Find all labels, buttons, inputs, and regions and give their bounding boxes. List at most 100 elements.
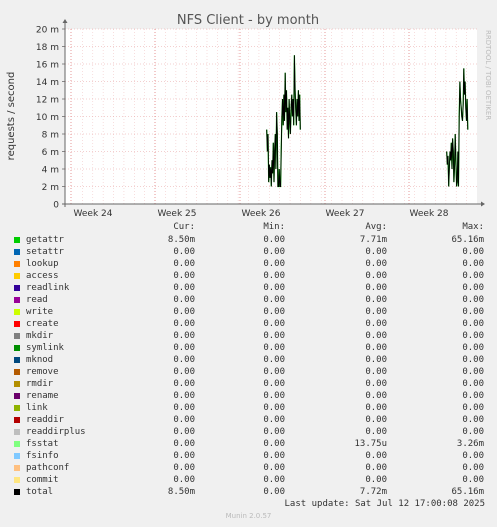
legend-swatch (14, 369, 20, 375)
legend-row-access: access 0.00 0.00 0.00 0.00 (0, 270, 497, 282)
legend-name: remove (26, 367, 59, 377)
legend-swatch (14, 381, 20, 387)
legend-row-symlink: symlink 0.00 0.00 0.00 0.00 (0, 342, 497, 354)
last-update-text: Last update: Sat Jul 12 17:00:08 2025 (284, 499, 485, 509)
legend-min: 0.00 (263, 367, 285, 377)
legend-header-min: Min: (263, 222, 285, 232)
legend-min: 0.00 (263, 439, 285, 449)
legend-max: 3.26m (456, 439, 484, 449)
legend-name: write (26, 307, 54, 317)
legend-name: create (26, 319, 59, 329)
legend-swatch (14, 345, 20, 351)
legend-cur: 0.00 (173, 307, 195, 317)
legend-avg: 0.00 (365, 475, 387, 485)
legend-row-link: link 0.00 0.00 0.00 0.00 (0, 402, 497, 414)
legend-avg: 0.00 (365, 283, 387, 293)
legend-avg: 0.00 (365, 391, 387, 401)
x-tick-label: Week 24 (74, 209, 113, 219)
legend-row-lookup: lookup 0.00 0.00 0.00 0.00 (0, 258, 497, 270)
legend-swatch (14, 285, 20, 291)
legend-row-readdir: readdir 0.00 0.00 0.00 0.00 (0, 414, 497, 426)
legend-name: symlink (26, 343, 64, 353)
legend-cur: 0.00 (173, 427, 195, 437)
legend-name: readdir (26, 415, 64, 425)
legend-row-read: read 0.00 0.00 0.00 0.00 (0, 294, 497, 306)
legend-name: rmdir (26, 379, 54, 389)
legend-row-write: write 0.00 0.00 0.00 0.00 (0, 306, 497, 318)
legend-min: 0.00 (263, 295, 285, 305)
legend-min: 0.00 (263, 487, 285, 497)
y-tick-label: 8 m (42, 131, 59, 141)
legend-max: 0.00 (462, 427, 484, 437)
legend-min: 0.00 (263, 247, 285, 257)
legend-swatch (14, 441, 20, 447)
legend-cur: 0.00 (173, 271, 195, 281)
legend-cur: 8.50m (167, 235, 195, 245)
legend-cur: 0.00 (173, 355, 195, 365)
legend-name: fsinfo (26, 451, 59, 461)
legend-min: 0.00 (263, 475, 285, 485)
legend-max: 0.00 (462, 451, 484, 461)
legend-avg: 0.00 (365, 331, 387, 341)
legend-row-readlink: readlink 0.00 0.00 0.00 0.00 (0, 282, 497, 294)
y-tick-label: 2 m (42, 183, 59, 193)
legend-cur: 0.00 (173, 451, 195, 461)
legend-name: total (26, 487, 54, 497)
legend-max: 65.16m (451, 487, 484, 497)
y-tick-label: 16 m (36, 61, 59, 71)
y-tick-label: 14 m (36, 78, 59, 88)
legend-max: 0.00 (462, 367, 484, 377)
legend-avg: 0.00 (365, 403, 387, 413)
legend-max: 0.00 (462, 391, 484, 401)
legend-min: 0.00 (263, 319, 285, 329)
legend-row-rename: rename 0.00 0.00 0.00 0.00 (0, 390, 497, 402)
legend-row-commit: commit 0.00 0.00 0.00 0.00 (0, 474, 497, 486)
x-tick-label: Week 26 (242, 209, 281, 219)
legend-swatch (14, 297, 20, 303)
x-axis-arrow (481, 201, 485, 207)
legend-name: read (26, 295, 48, 305)
legend-cur: 0.00 (173, 343, 195, 353)
legend-cur: 0.00 (173, 319, 195, 329)
legend-max: 0.00 (462, 283, 484, 293)
legend-cur: 0.00 (173, 403, 195, 413)
x-tick-label: Week 27 (326, 209, 365, 219)
legend-name: mknod (26, 355, 54, 365)
legend-row-total: total 8.50m 0.00 7.72m 65.16m (0, 486, 497, 498)
legend-max: 0.00 (462, 247, 484, 257)
legend-swatch (14, 333, 20, 339)
legend-min: 0.00 (263, 271, 285, 281)
legend-swatch (14, 429, 20, 435)
munin-graph: NFS Client - by month requests / second RR… (0, 0, 497, 527)
legend-swatch (14, 477, 20, 483)
legend-name: lookup (26, 259, 59, 269)
legend-avg: 0.00 (365, 307, 387, 317)
legend-cur: 0.00 (173, 475, 195, 485)
legend-min: 0.00 (263, 415, 285, 425)
legend-avg: 0.00 (365, 355, 387, 365)
legend-row-pathconf: pathconf 0.00 0.00 0.00 0.00 (0, 462, 497, 474)
legend-avg: 0.00 (365, 463, 387, 473)
legend-min: 0.00 (263, 343, 285, 353)
legend-swatch (14, 489, 20, 495)
x-tick-label: Week 25 (158, 209, 197, 219)
legend-row-readdirplus: readdirplus 0.00 0.00 0.00 0.00 (0, 426, 497, 438)
legend-avg: 0.00 (365, 247, 387, 257)
legend-swatch (14, 357, 20, 363)
legend-min: 0.00 (263, 463, 285, 473)
legend-min: 0.00 (263, 427, 285, 437)
legend-row-fsinfo: fsinfo 0.00 0.00 0.00 0.00 (0, 450, 497, 462)
legend-avg: 0.00 (365, 451, 387, 461)
legend-avg: 0.00 (365, 259, 387, 269)
legend-swatch (14, 465, 20, 471)
legend-name: pathconf (26, 463, 70, 473)
legend-min: 0.00 (263, 331, 285, 341)
legend-name: readlink (26, 283, 70, 293)
y-tick-label: 4 m (42, 166, 59, 176)
legend-max: 0.00 (462, 319, 484, 329)
legend-swatch (14, 273, 20, 279)
legend-max: 0.00 (462, 259, 484, 269)
legend-row-fsstat: fsstat 0.00 0.00 13.75u 3.26m (0, 438, 497, 450)
legend-row-remove: remove 0.00 0.00 0.00 0.00 (0, 366, 497, 378)
legend-cur: 0.00 (173, 247, 195, 257)
